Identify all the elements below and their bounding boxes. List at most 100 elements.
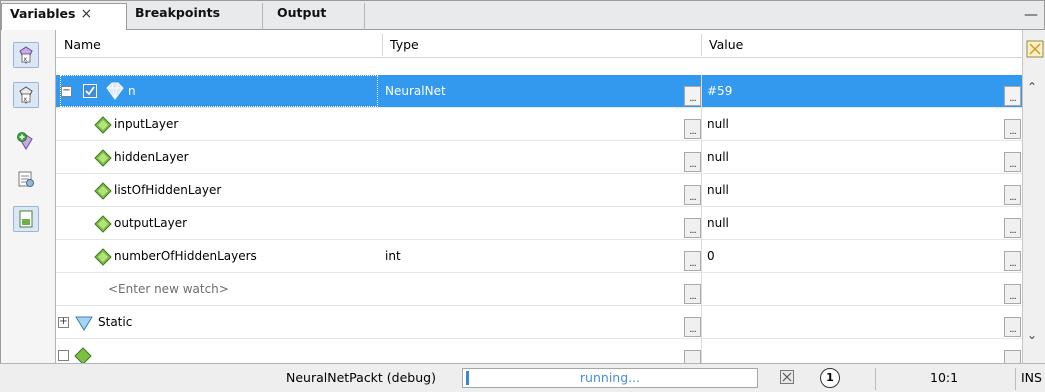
- variable-type: NeuralNet: [385, 84, 446, 98]
- table-row-partial[interactable]: ... ...: [56, 339, 1022, 363]
- column-divider: [701, 339, 702, 363]
- table-row-new-watch[interactable]: <Enter new watch> ... ...: [56, 273, 1022, 306]
- expand-icon[interactable]: +: [58, 317, 69, 328]
- variable-name: inputLayer: [114, 117, 179, 131]
- variables-table: Name Type Value − n NeuralNet ... #59 ..…: [56, 30, 1022, 363]
- type-ellipsis-button[interactable]: ...: [684, 350, 701, 363]
- tab-variables-label: Variables: [10, 6, 76, 21]
- minimize-icon[interactable]: —: [1024, 7, 1038, 23]
- column-divider: [701, 75, 702, 108]
- table-row-outputLayer[interactable]: outputLayer ... null ...: [56, 207, 1022, 240]
- add-watch-icon: [17, 132, 33, 150]
- field-diamond-icon: [94, 182, 112, 200]
- add-watch-button[interactable]: [13, 128, 39, 154]
- variable-type: int: [385, 249, 401, 263]
- static-icon: [75, 316, 93, 331]
- vertical-scrollbar[interactable]: ⌃ ⌄: [1022, 30, 1045, 363]
- tab-variables[interactable]: Variables ×: [1, 3, 127, 31]
- field-diamond-icon: [94, 116, 112, 134]
- tab-output-label: Output: [277, 5, 327, 20]
- column-divider: [701, 108, 702, 141]
- type-ellipsis-button[interactable]: ...: [684, 317, 701, 337]
- value-ellipsis-button[interactable]: ...: [1004, 86, 1021, 106]
- variable-name: n: [128, 84, 136, 98]
- status-divider: [875, 368, 876, 390]
- local-vars-toggle-button[interactable]: x: [13, 82, 39, 108]
- type-ellipsis-button[interactable]: ...: [684, 119, 701, 139]
- variable-value[interactable]: null: [707, 174, 729, 206]
- table-row-hiddenLayer[interactable]: hiddenLayer ... null ...: [56, 141, 1022, 174]
- checkbox-icon[interactable]: [83, 84, 97, 98]
- column-header-type[interactable]: Type: [382, 30, 704, 58]
- table-row-listOfHiddenLayer[interactable]: listOfHiddenLayer ... null ...: [56, 174, 1022, 207]
- table-header: Name Type Value: [56, 30, 1022, 58]
- type-ellipsis-button[interactable]: ...: [684, 284, 701, 304]
- column-chooser-icon[interactable]: [1026, 40, 1044, 58]
- expand-icon[interactable]: [58, 350, 69, 361]
- column-divider: [701, 174, 702, 207]
- object-icon: [106, 82, 124, 100]
- table-row-n[interactable]: − n NeuralNet ... #59 ...: [56, 75, 1022, 108]
- tab-close-icon[interactable]: ×: [80, 6, 92, 22]
- scroll-down-icon[interactable]: ⌄: [1027, 328, 1037, 342]
- variable-name: numberOfHiddenLayers: [114, 249, 257, 263]
- progress-text: running...: [579, 370, 641, 385]
- insert-mode: INS: [1021, 370, 1042, 385]
- watch-icon: x: [19, 46, 33, 65]
- svg-text:x: x: [24, 56, 28, 63]
- tab-output[interactable]: Output: [269, 3, 365, 30]
- field-diamond-icon: [94, 215, 112, 233]
- variable-value[interactable]: null: [707, 207, 729, 239]
- tab-breakpoints-label: Breakpoints: [135, 5, 221, 20]
- value-ellipsis-button[interactable]: ...: [1004, 284, 1021, 304]
- svg-text:x: x: [24, 96, 28, 103]
- type-ellipsis-button[interactable]: ...: [684, 185, 701, 205]
- progress-bar: running...: [462, 368, 758, 388]
- column-header-value[interactable]: Value: [701, 30, 1021, 58]
- value-ellipsis-button[interactable]: ...: [1004, 317, 1021, 337]
- value-ellipsis-button[interactable]: ...: [1004, 218, 1021, 238]
- stop-icon[interactable]: [780, 370, 794, 384]
- column-divider: [701, 240, 702, 273]
- type-ellipsis-button[interactable]: ...: [684, 152, 701, 172]
- value-ellipsis-button[interactable]: ...: [1004, 350, 1021, 363]
- column-divider: [701, 141, 702, 174]
- watch-pressed-icon: x: [19, 86, 33, 105]
- value-ellipsis-button[interactable]: ...: [1004, 185, 1021, 205]
- watch-toggle-button[interactable]: x: [13, 42, 39, 68]
- collapse-icon[interactable]: −: [61, 86, 72, 97]
- type-ellipsis-button[interactable]: ...: [684, 218, 701, 238]
- type-ellipsis-button[interactable]: ...: [684, 251, 701, 271]
- value-ellipsis-button[interactable]: ...: [1004, 152, 1021, 172]
- debug-session-label: NeuralNetPackt (debug): [286, 370, 436, 385]
- variable-name: hiddenLayer: [114, 150, 189, 164]
- notifications-badge[interactable]: 1: [820, 368, 840, 388]
- variables-toolbar: x x: [0, 30, 56, 363]
- variable-value[interactable]: #59: [707, 75, 732, 107]
- value-ellipsis-button[interactable]: ...: [1004, 251, 1021, 271]
- table-row-numberOfHiddenLayers[interactable]: numberOfHiddenLayers int ... 0 ...: [56, 240, 1022, 273]
- caret-position: 10:1: [930, 370, 959, 385]
- tab-bar: Variables × Breakpoints Output —: [0, 0, 1045, 31]
- status-bar: NeuralNetPackt (debug) running... 1 10:1…: [0, 363, 1045, 392]
- tab-breakpoints[interactable]: Breakpoints: [127, 3, 263, 30]
- formatters-button[interactable]: [13, 166, 39, 192]
- new-watch-input[interactable]: <Enter new watch>: [108, 273, 229, 305]
- type-ellipsis-button[interactable]: ...: [684, 86, 701, 106]
- status-divider: [1015, 368, 1016, 390]
- column-header-name[interactable]: Name: [56, 30, 382, 58]
- settings-icon: [18, 171, 34, 187]
- variable-name: listOfHiddenLayer: [114, 183, 222, 197]
- document-icon: [19, 210, 33, 228]
- variable-value[interactable]: null: [707, 108, 729, 140]
- table-row-static[interactable]: + Static ... ...: [56, 306, 1022, 339]
- table-row-inputLayer[interactable]: inputLayer ... null ...: [56, 108, 1022, 141]
- variable-value[interactable]: null: [707, 141, 729, 173]
- variable-value[interactable]: 0: [707, 240, 715, 272]
- scroll-up-icon[interactable]: ⌃: [1027, 80, 1037, 94]
- value-ellipsis-button[interactable]: ...: [1004, 119, 1021, 139]
- show-values-button[interactable]: [13, 206, 39, 232]
- column-divider: [701, 273, 702, 306]
- column-divider: [701, 207, 702, 240]
- field-diamond-icon: [74, 347, 92, 363]
